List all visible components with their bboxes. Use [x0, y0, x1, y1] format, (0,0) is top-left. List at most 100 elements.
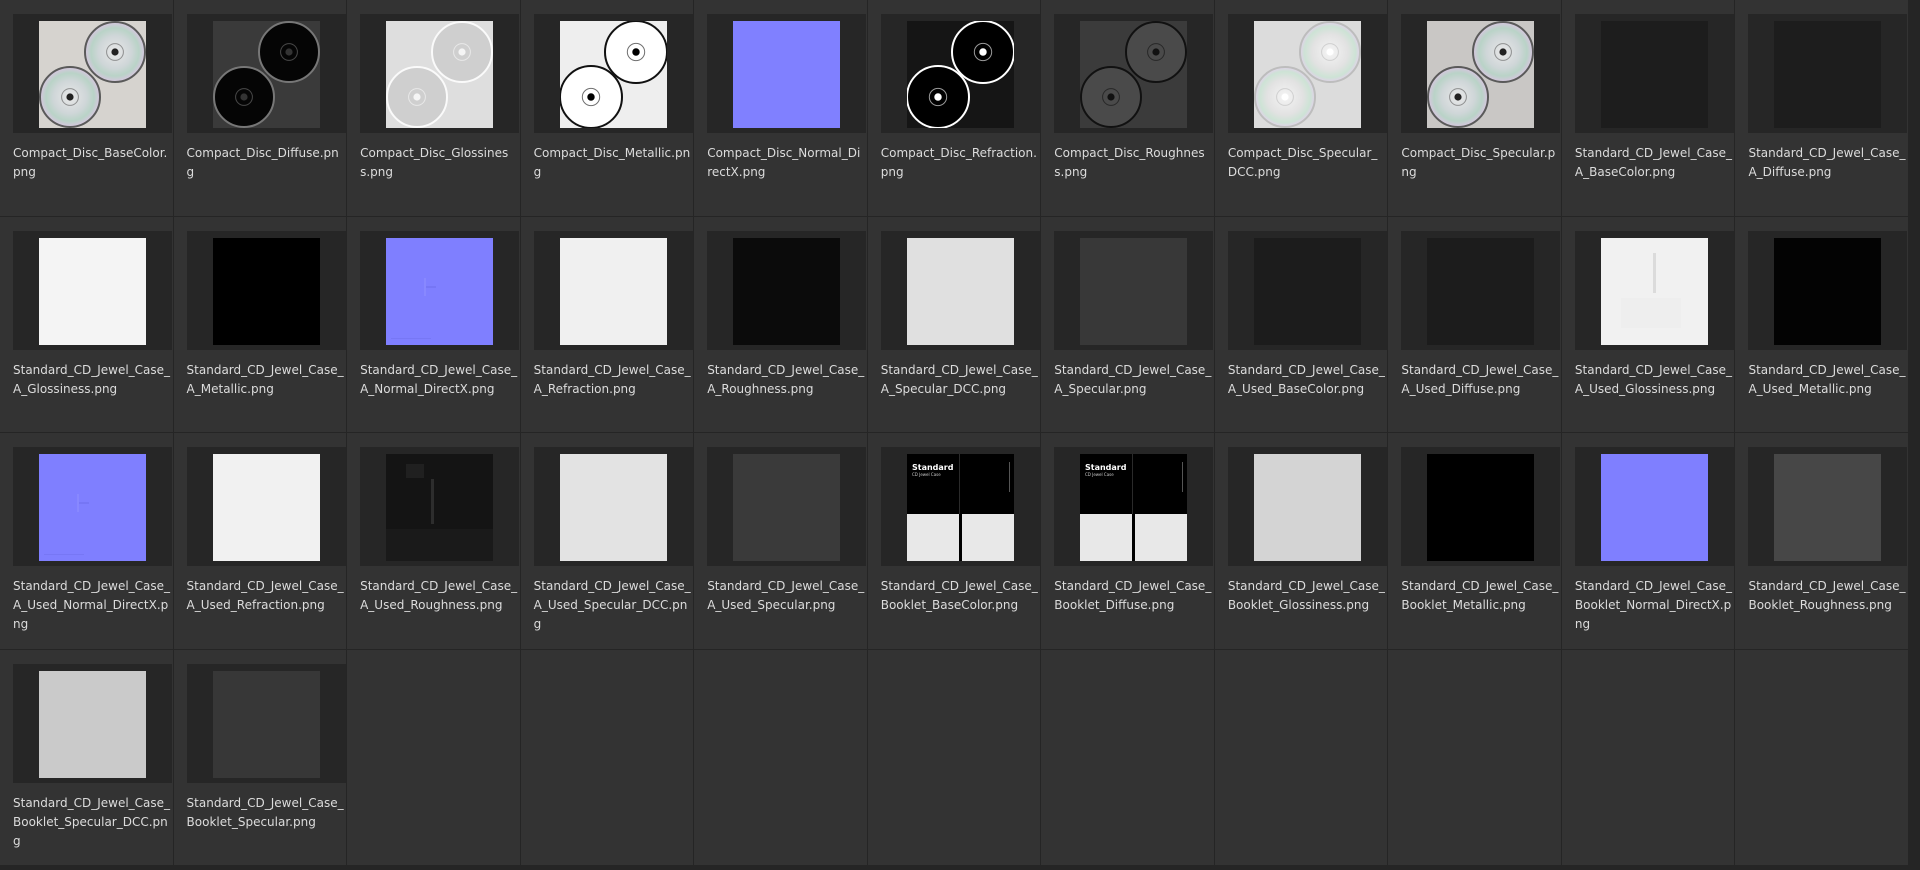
file-name-label: Standard_CD_Jewel_Case_Booklet_Metallic.…	[1401, 579, 1559, 612]
file-item[interactable]: Standard_CD_Jewel_Case_A_Normal_DirectX.…	[347, 216, 520, 432]
file-item[interactable]: Standard_CD_Jewel_Case_Booklet_Glossines…	[1214, 433, 1388, 649]
file-name-label: Compact_Disc_Specular_DCC.png	[1227, 146, 1378, 179]
thumbnail-frame: Standard CD Jewel Case	[1054, 447, 1214, 566]
file-item[interactable]: Standard_CD_Jewel_Case_Booklet_Roughness…	[1735, 433, 1909, 649]
thumbnail-image	[559, 454, 667, 561]
thumbnail-frame	[13, 230, 172, 350]
file-item[interactable]: Standard_CD_Jewel_Case_A_Specular.png	[1041, 216, 1214, 432]
empty-grid-cell	[694, 649, 867, 865]
file-name-label: Standard_CD_Jewel_Case_A_Used_Specular_D…	[533, 579, 691, 631]
empty-grid-cell	[867, 649, 1041, 865]
thumbnail-frame	[707, 230, 867, 350]
file-item[interactable]: Compact_Disc_Metallic.png	[520, 0, 694, 216]
thumbnail-image	[1600, 237, 1708, 345]
empty-grid-cell	[1561, 649, 1735, 865]
svg-text:CD Jewel Case: CD Jewel Case	[912, 472, 941, 477]
file-item[interactable]: Standard_CD_Jewel_Case_Booklet_Specular_…	[0, 649, 173, 865]
thumbnail-image	[1080, 21, 1188, 128]
file-item[interactable]: Compact_Disc_Glossiness.png	[347, 0, 520, 216]
file-item[interactable]: Standard_CD_Jewel_Case_A_Used_Roughness.…	[347, 433, 520, 649]
thumbnail-image: Standard CD Jewel Case	[906, 454, 1014, 561]
file-name-label: Compact_Disc_Refraction.png	[880, 146, 1037, 179]
file-name-label: Standard_CD_Jewel_Case_A_Roughness.png	[707, 362, 865, 396]
file-item[interactable]: Standard_CD_Jewel_Case_Booklet_Normal_Di…	[1561, 433, 1735, 649]
thumbnail-image	[1253, 237, 1361, 345]
thumbnail-frame	[707, 14, 867, 133]
thumbnail-image	[386, 454, 494, 561]
thumbnail-frame	[1574, 230, 1734, 350]
thumbnail-frame	[1748, 230, 1908, 350]
file-item[interactable]: Standard_CD_Jewel_Case_A_Used_Specular_D…	[520, 433, 694, 649]
thumbnail-image	[386, 237, 494, 345]
file-item[interactable]: Compact_Disc_Refraction.png	[867, 0, 1041, 216]
file-item[interactable]: Standard_CD_Jewel_Case_A_Refraction.png	[520, 216, 694, 432]
thumbnail-frame	[1227, 230, 1387, 350]
file-name-label: Standard_CD_Jewel_Case_A_Normal_DirectX.…	[360, 362, 518, 396]
file-item[interactable]: Standard CD Jewel Case Standard_CD_Jewel…	[1041, 433, 1214, 649]
file-name-label: Standard_CD_Jewel_Case_A_Glossiness.png	[13, 362, 171, 396]
svg-text:CD Jewel Case: CD Jewel Case	[1085, 472, 1114, 477]
file-name-label: Standard_CD_Jewel_Case_Booklet_Roughness…	[1748, 579, 1906, 612]
file-item[interactable]: Standard_CD_Jewel_Case_A_Used_Specular.p…	[694, 433, 867, 649]
file-item[interactable]: Compact_Disc_BaseColor.png	[0, 0, 173, 216]
thumbnail-frame	[533, 447, 693, 566]
thumbnail-image	[39, 454, 146, 561]
file-item[interactable]: Standard_CD_Jewel_Case_Booklet_Metallic.…	[1388, 433, 1561, 649]
file-name-label: Compact_Disc_Diffuse.png	[186, 146, 339, 179]
file-name-label: Standard_CD_Jewel_Case_A_Used_Specular.p…	[707, 579, 865, 612]
file-item[interactable]: Compact_Disc_Normal_DirectX.png	[694, 0, 867, 216]
file-item[interactable]: Compact_Disc_Roughness.png	[1041, 0, 1214, 216]
file-name-label: Standard_CD_Jewel_Case_Booklet_BaseColor…	[880, 579, 1038, 612]
file-name-label: Standard_CD_Jewel_Case_A_Used_Refraction…	[186, 579, 344, 612]
file-item[interactable]: Compact_Disc_Diffuse.png	[173, 0, 347, 216]
file-item[interactable]: Standard_CD_Jewel_Case_A_Used_BaseColor.…	[1214, 216, 1388, 432]
file-name-label: Standard_CD_Jewel_Case_Booklet_Specular.…	[186, 795, 344, 829]
file-name-label: Standard_CD_Jewel_Case_A_Specular_DCC.pn…	[880, 362, 1038, 396]
thumbnail-image	[1253, 21, 1361, 128]
empty-grid-cell	[1041, 649, 1214, 865]
thumbnail-frame	[13, 447, 172, 566]
thumbnail-frame	[1227, 447, 1387, 566]
thumbnail-image	[906, 237, 1014, 345]
thumbnail-image	[1600, 21, 1708, 128]
thumbnail-frame	[186, 447, 346, 566]
file-item[interactable]: Standard_CD_Jewel_Case_A_Roughness.png	[694, 216, 867, 432]
file-item[interactable]: Standard_CD_Jewel_Case_A_Diffuse.png	[1735, 0, 1909, 216]
file-item[interactable]: Standard_CD_Jewel_Case_A_Metallic.png	[173, 216, 347, 432]
thumbnail-image	[733, 454, 841, 561]
file-item[interactable]: Compact_Disc_Specular.png	[1388, 0, 1561, 216]
thumbnail-frame	[1401, 447, 1561, 566]
thumbnail-frame	[13, 663, 172, 783]
thumbnail-image	[39, 670, 146, 778]
thumbnail-frame	[1401, 230, 1561, 350]
file-item[interactable]: Standard_CD_Jewel_Case_A_Used_Refraction…	[173, 433, 347, 649]
thumbnail-image	[733, 21, 841, 128]
svg-text:Standard: Standard	[1085, 463, 1127, 472]
thumbnail-image: Standard CD Jewel Case	[1080, 454, 1188, 561]
file-item[interactable]: Standard_CD_Jewel_Case_Booklet_Specular.…	[173, 649, 347, 865]
file-item[interactable]: Standard_CD_Jewel_Case_A_BaseColor.png	[1561, 0, 1735, 216]
thumbnail-image	[212, 237, 320, 345]
thumbnail-frame	[360, 447, 520, 566]
file-item[interactable]: Standard_CD_Jewel_Case_A_Specular_DCC.pn…	[867, 216, 1041, 432]
thumbnail-frame	[1574, 447, 1734, 566]
thumbnail-image	[559, 237, 667, 345]
thumbnail-image	[733, 237, 841, 345]
file-item[interactable]: Standard_CD_Jewel_Case_A_Used_Diffuse.pn…	[1388, 216, 1561, 432]
file-item[interactable]: Standard_CD_Jewel_Case_A_Used_Normal_Dir…	[0, 433, 173, 649]
file-item[interactable]: Standard CD Jewel Case Standard_CD_Jewel…	[867, 433, 1041, 649]
empty-grid-cell	[1388, 649, 1561, 865]
file-name-label: Standard_CD_Jewel_Case_A_Metallic.png	[186, 362, 344, 396]
file-item[interactable]: Standard_CD_Jewel_Case_A_Used_Glossiness…	[1561, 216, 1735, 432]
thumbnail-image	[906, 21, 1014, 128]
thumbnail-frame	[1227, 14, 1387, 133]
thumbnail-frame	[1748, 447, 1908, 566]
thumbnail-frame	[186, 663, 346, 783]
thumbnail-frame	[13, 14, 172, 133]
thumbnail-image	[212, 454, 320, 561]
file-browser-grid: Compact_Disc_BaseColor.png Compact_Disc_…	[0, 0, 1920, 870]
file-item[interactable]: Standard_CD_Jewel_Case_A_Used_Metallic.p…	[1735, 216, 1909, 432]
empty-grid-cell	[520, 649, 694, 865]
file-item[interactable]: Standard_CD_Jewel_Case_A_Glossiness.png	[0, 216, 173, 432]
file-item[interactable]: Compact_Disc_Specular_DCC.png	[1214, 0, 1388, 216]
